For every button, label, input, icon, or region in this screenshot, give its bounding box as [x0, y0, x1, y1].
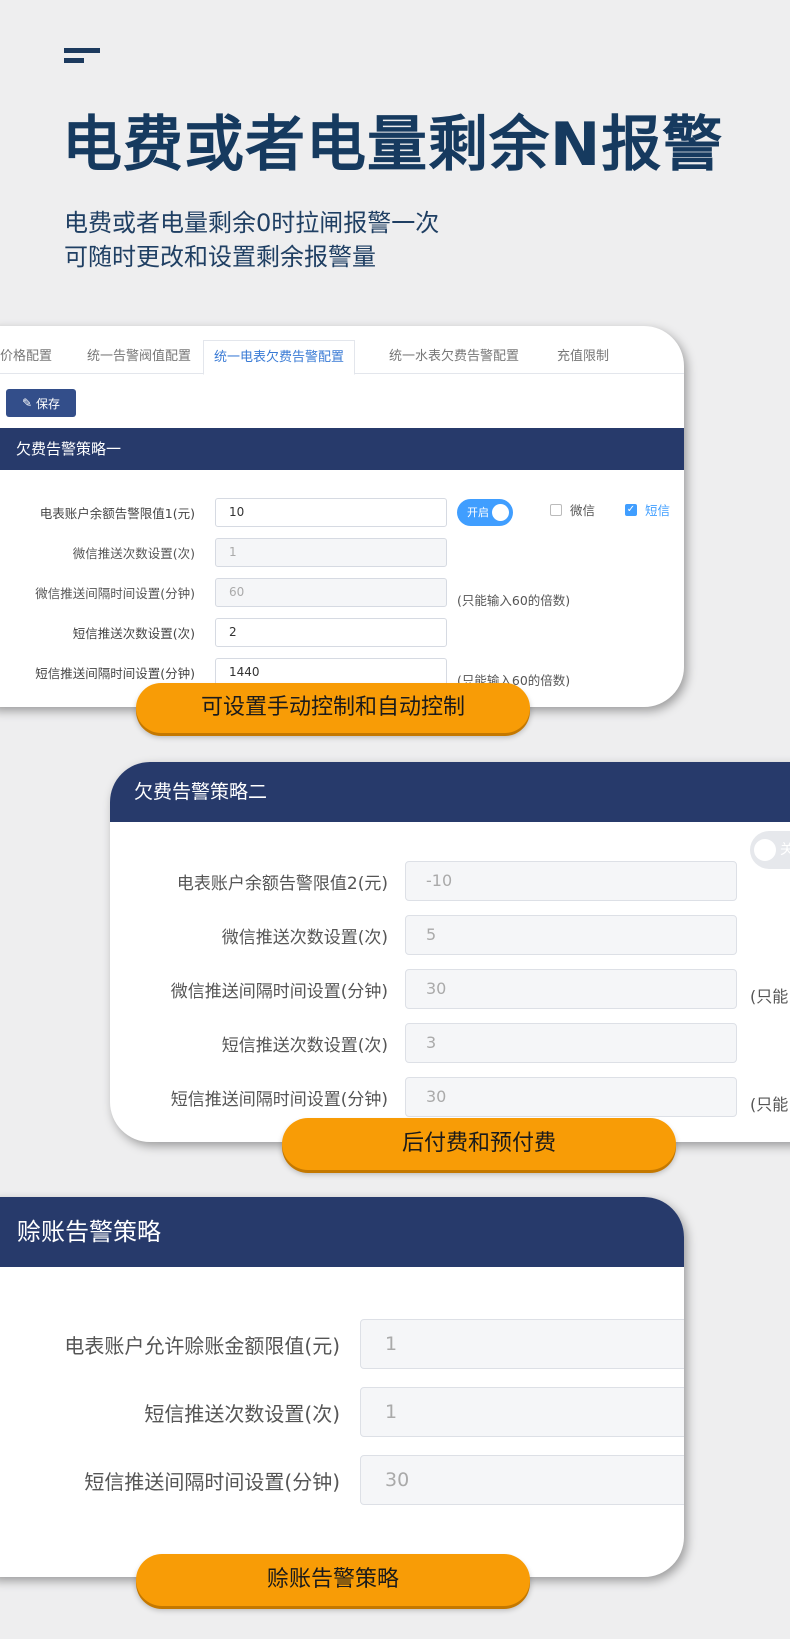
caption-manual-auto: 可设置手动控制和自动控制	[136, 683, 530, 733]
wechat-push-interval-input[interactable]: 60	[215, 578, 447, 607]
toggle-label: 开启	[467, 506, 489, 519]
credit-alarm-card: 赊账告警策略 电表账户允许赊账金额限值(元) 1 短信推送次数设置(次) 1 短…	[0, 1197, 684, 1577]
sms-push-count-input[interactable]: 3	[405, 1023, 737, 1063]
sms-push-count-input[interactable]: 1	[360, 1387, 684, 1437]
hint-text: (只能输入60的倍数)	[457, 593, 571, 608]
tab-water-arrears[interactable]: 统一水表欠费告警配置	[379, 340, 529, 374]
hint-text: (只能	[750, 1095, 789, 1114]
section-header: 欠费告警策略一	[0, 428, 684, 470]
save-button[interactable]: ✎ 保存	[6, 389, 76, 417]
page-title: 电费或者电量剩余N报警	[62, 110, 724, 180]
alarm-toggle[interactable]: 关	[750, 831, 790, 869]
row-label: 短信推送间隔时间设置(分钟)	[170, 1090, 388, 1110]
credit-limit-input[interactable]: 1	[360, 1319, 684, 1369]
tab-price-config[interactable]: 价格配置	[0, 340, 62, 374]
sms-push-interval-input[interactable]: 30	[360, 1455, 684, 1505]
balance-limit-2-input[interactable]: -10	[405, 861, 737, 901]
save-icon: ✎	[21, 396, 33, 410]
caption-credit-alarm: 赊账告警策略	[136, 1554, 530, 1606]
row-label: 短信推送次数设置(次)	[221, 1036, 388, 1056]
row-label: 短信推送次数设置(次)	[144, 1402, 340, 1426]
header-decoration	[64, 48, 100, 68]
row-label: 短信推送间隔时间设置(分钟)	[35, 666, 195, 681]
wechat-push-count-input[interactable]: 1	[215, 538, 447, 567]
save-button-label: 保存	[36, 396, 61, 411]
wechat-label: 微信	[570, 503, 596, 518]
row-label: 短信推送次数设置(次)	[72, 626, 195, 641]
row-label: 短信推送间隔时间设置(分钟)	[84, 1470, 340, 1494]
row-label: 电表账户余额告警限值2(元)	[176, 874, 388, 894]
sms-label: 短信	[645, 503, 671, 518]
row-label: 电表账户余额告警限值1(元)	[39, 506, 195, 521]
subtitle-line-1: 电费或者电量剩余0时拉闸报警一次	[64, 209, 440, 237]
config-tabs: 价格配置 统一告警阀值配置 统一电表欠费告警配置 统一水表欠费告警配置 充值限制	[0, 340, 684, 375]
alarm-toggle[interactable]: 开启	[457, 499, 513, 526]
tab-alarm-threshold[interactable]: 统一告警阀值配置	[77, 340, 201, 374]
row-label: 微信推送次数设置(次)	[221, 928, 388, 948]
tab-recharge-limit[interactable]: 充值限制	[547, 340, 619, 374]
balance-limit-1-input[interactable]: 10	[215, 498, 447, 527]
row-label: 微信推送间隔时间设置(分钟)	[170, 982, 388, 1002]
subtitle-line-2: 可随时更改和设置剩余报警量	[64, 243, 376, 271]
tab-meter-arrears[interactable]: 统一电表欠费告警配置	[203, 340, 356, 375]
row-label: 微信推送间隔时间设置(分钟)	[35, 586, 195, 601]
sms-checkbox[interactable]: ✓	[625, 504, 637, 516]
row-label: 电表账户允许赊账金额限值(元)	[64, 1334, 340, 1358]
arrears-policy-two-card: 欠费告警策略二 关 电表账户余额告警限值2(元) -10 微信推送次数设置(次)…	[110, 762, 790, 1142]
caption-postpaid-prepaid: 后付费和预付费	[282, 1118, 676, 1170]
section-header: 欠费告警策略二	[110, 762, 790, 822]
wechat-push-interval-input[interactable]: 30	[405, 969, 737, 1009]
wechat-checkbox[interactable]	[550, 504, 562, 516]
arrears-policy-one-card: 价格配置 统一告警阀值配置 统一电表欠费告警配置 统一水表欠费告警配置 充值限制…	[0, 326, 684, 707]
wechat-push-count-input[interactable]: 5	[405, 915, 737, 955]
sms-push-interval-input[interactable]: 30	[405, 1077, 737, 1117]
toggle-label: 关	[780, 842, 790, 858]
section-header: 赊账告警策略	[0, 1197, 684, 1267]
hint-text: (只能	[750, 987, 789, 1006]
row-label: 微信推送次数设置(次)	[72, 546, 195, 561]
sms-push-count-input[interactable]: 2	[215, 618, 447, 647]
